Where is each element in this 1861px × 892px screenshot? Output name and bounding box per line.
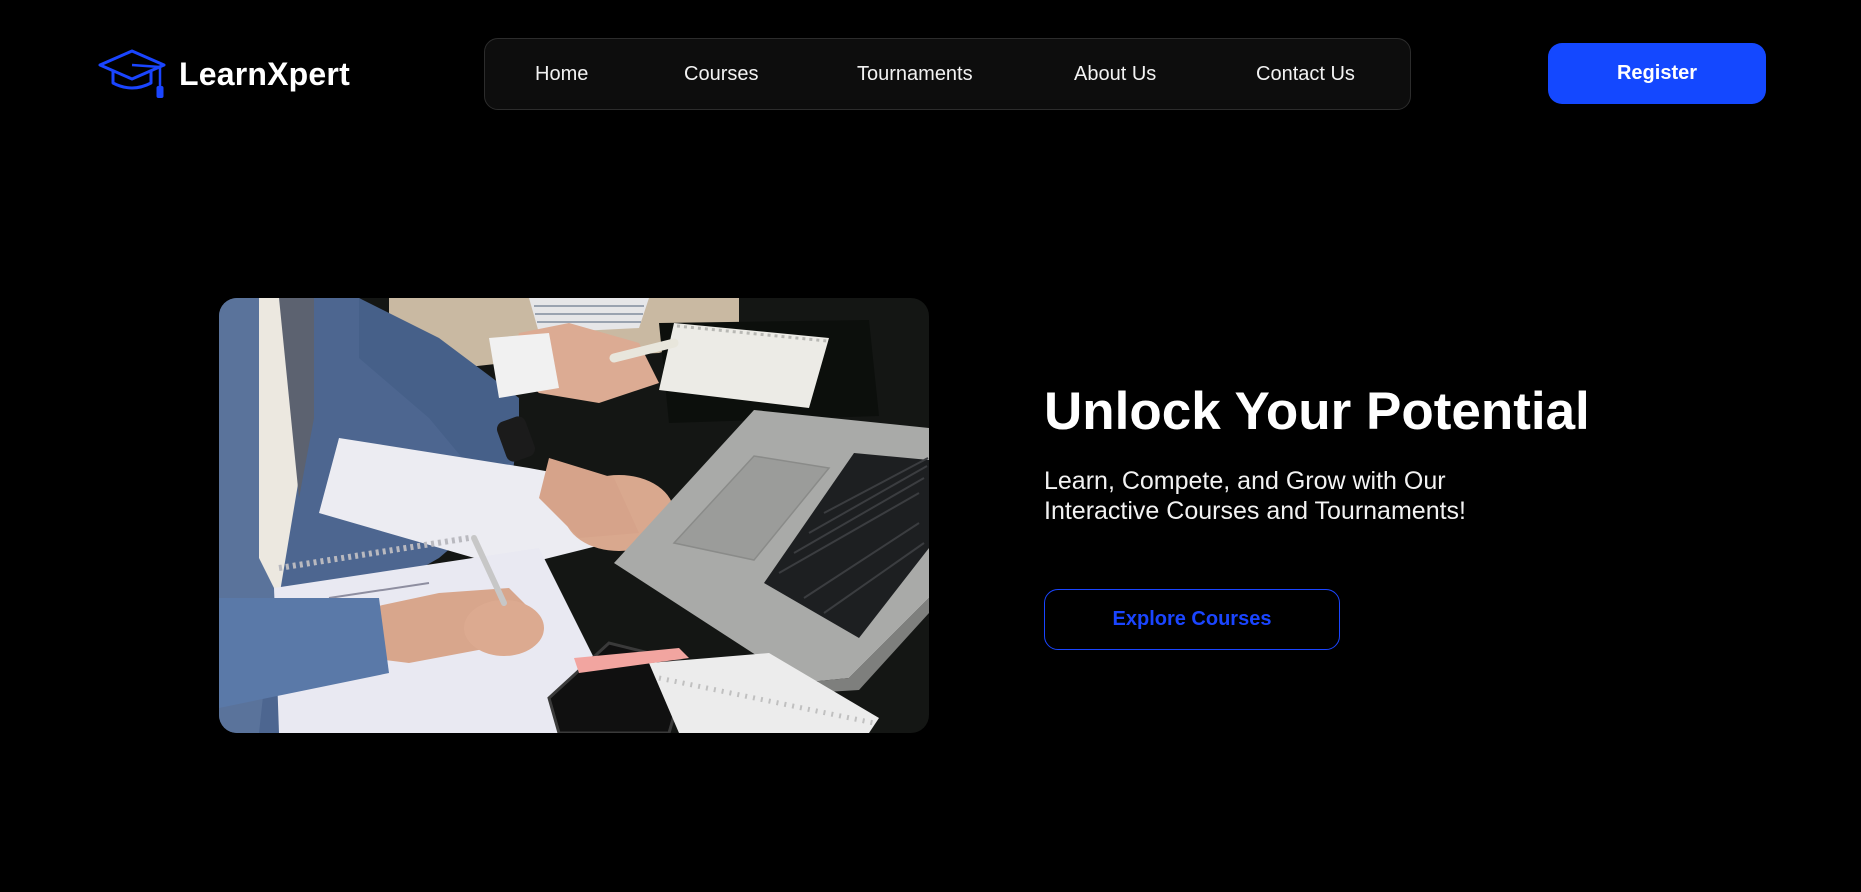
nav-item-about-us[interactable]: About Us (1074, 39, 1156, 109)
register-button[interactable]: Register (1548, 43, 1766, 104)
nav-item-contact-us[interactable]: Contact Us (1256, 39, 1355, 109)
nav-item-home[interactable]: Home (535, 39, 588, 109)
graduation-cap-icon (98, 49, 166, 98)
nav-item-courses[interactable]: Courses (684, 39, 758, 109)
study-photo-illustration (219, 298, 929, 733)
brand-name: LearnXpert (179, 55, 350, 92)
main-nav: Home Courses Tournaments About Us Contac… (484, 38, 1411, 110)
hero-image (219, 298, 929, 733)
logo[interactable]: LearnXpert (97, 48, 350, 100)
nav-item-tournaments[interactable]: Tournaments (857, 39, 973, 109)
hero-title: Unlock Your Potential (1044, 382, 1590, 441)
hero-subtitle: Learn, Compete, and Grow with Our Intera… (1044, 467, 1466, 525)
explore-courses-button[interactable]: Explore Courses (1044, 589, 1340, 650)
